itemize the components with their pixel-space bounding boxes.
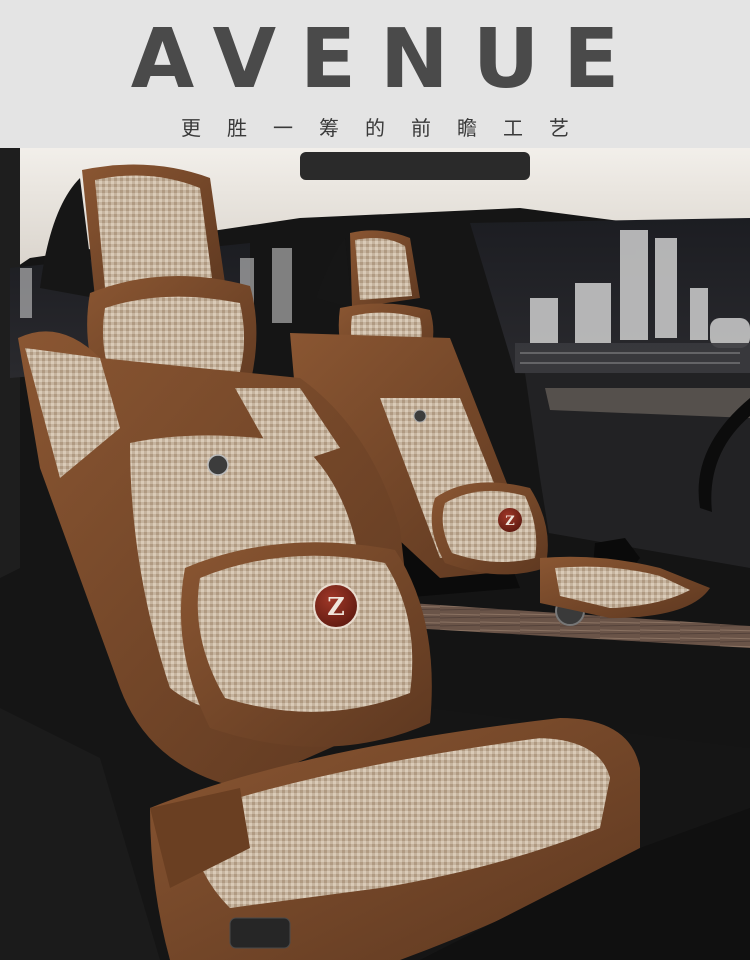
car-interior-illustration: Z Z (0, 148, 750, 960)
logo-button-icon (207, 454, 229, 476)
svg-text:Z: Z (327, 592, 345, 621)
tagline: 更胜一筹的前瞻工艺 (181, 116, 595, 140)
brand-title: AVENUE (130, 12, 644, 107)
seat-adjust-switch (229, 917, 291, 949)
svg-text:Z: Z (505, 514, 515, 529)
product-photo: Z Z (0, 148, 750, 960)
sunroof (300, 152, 530, 180)
header-banner: AVENUE 更胜一筹的前瞻工艺 (0, 0, 750, 148)
